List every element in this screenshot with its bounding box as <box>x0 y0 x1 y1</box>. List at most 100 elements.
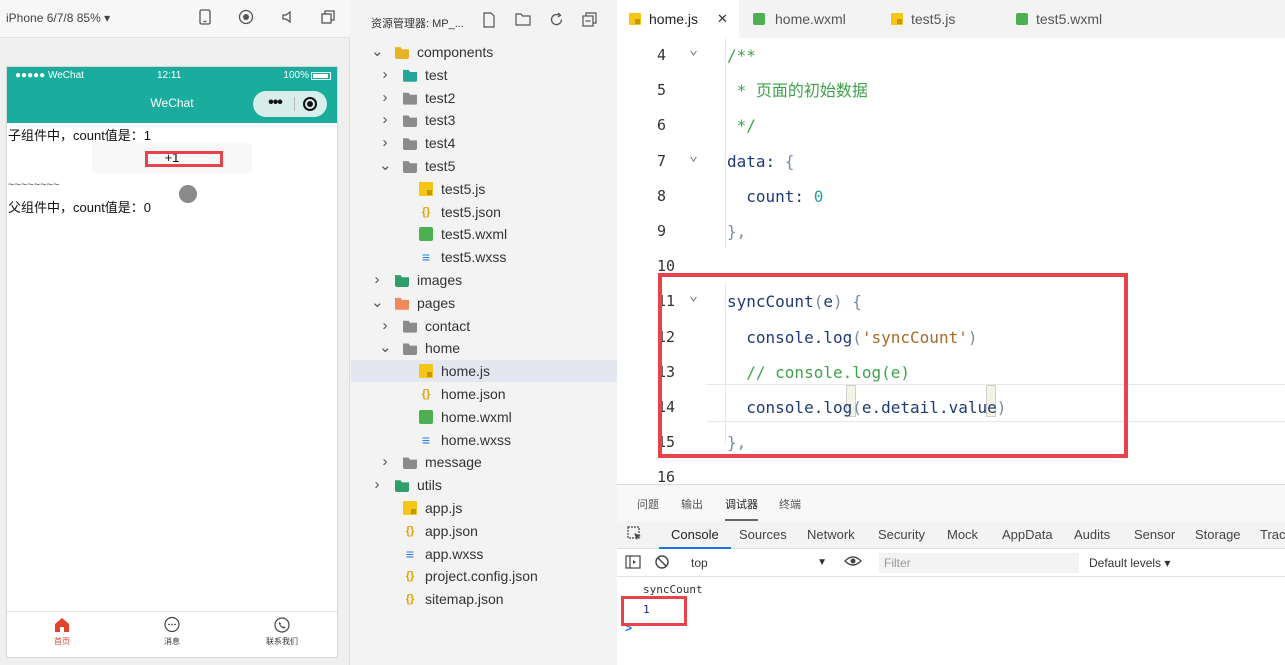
tab-output[interactable]: 输出 <box>681 496 703 512</box>
more-icon[interactable]: ••• <box>261 91 289 115</box>
chevron-right-icon[interactable]: › <box>371 474 383 496</box>
tree-item[interactable]: {} home.json <box>351 383 617 405</box>
context-selector[interactable]: top ▼ <box>683 553 829 573</box>
collapse-all-icon[interactable] <box>582 12 597 30</box>
tab-console[interactable]: Console <box>659 527 731 549</box>
tree-item[interactable]: ≡ app.wxss <box>351 543 617 565</box>
tree-item-label: home.wxss <box>441 431 512 448</box>
tab-terminal[interactable]: 终端 <box>779 496 801 512</box>
tree-item[interactable]: › test3 <box>351 109 617 131</box>
close-icon[interactable]: ✕ <box>717 0 728 38</box>
sidebar-toggle-icon[interactable] <box>625 555 641 572</box>
tree-item[interactable]: › test4 <box>351 132 617 154</box>
tab-debugger[interactable]: 调试器 <box>725 496 758 521</box>
record-icon[interactable] <box>236 9 256 29</box>
tab-mock[interactable]: Mock <box>947 527 978 542</box>
device-selector[interactable]: iPhone 6/7/8 85% ▾ <box>6 11 110 25</box>
tab-audits[interactable]: Audits <box>1074 527 1110 542</box>
tree-item[interactable]: {} test5.json <box>351 201 617 223</box>
simulator-panel: iPhone 6/7/8 85% ▾ ●●●●● WeChat 12:11 10… <box>0 0 350 665</box>
chevron-down-icon[interactable]: ⌄ <box>379 155 392 177</box>
tree-item[interactable]: › images <box>351 269 617 291</box>
tab-problems[interactable]: 问题 <box>637 496 659 512</box>
tree-item[interactable]: › test2 <box>351 87 617 109</box>
context-value: top <box>691 556 708 570</box>
new-folder-icon[interactable] <box>515 12 531 29</box>
chevron-right-icon[interactable]: › <box>371 269 383 291</box>
inspect-element-icon[interactable] <box>627 526 643 545</box>
chevron-down-icon[interactable]: ⌄ <box>371 292 384 314</box>
line-number: 7 <box>657 151 667 170</box>
tree-item[interactable]: ⌄ test5 <box>351 155 617 177</box>
tree-item[interactable]: home.wxml <box>351 406 617 428</box>
highlight-box <box>145 151 223 167</box>
tree-item[interactable]: ≡ test5.wxss <box>351 246 617 268</box>
tab-sources[interactable]: Sources <box>739 527 787 542</box>
chevron-right-icon[interactable]: › <box>379 87 391 109</box>
tree-item[interactable]: ⌄ pages <box>351 292 617 314</box>
line-number: 8 <box>657 186 667 205</box>
chevron-right-icon[interactable]: › <box>379 109 391 131</box>
tree-item[interactable]: › test <box>351 64 617 86</box>
tree-item[interactable]: home.js <box>351 360 617 383</box>
json-icon: {} <box>405 593 415 606</box>
tab-storage[interactable]: Storage <box>1195 527 1241 542</box>
volume-icon[interactable] <box>278 9 298 29</box>
tree-item-label: test5.js <box>441 180 486 197</box>
tree-item[interactable]: {} project.config.json <box>351 565 617 587</box>
chevron-right-icon[interactable]: › <box>379 451 391 473</box>
simulator-toolbar: iPhone 6/7/8 85% ▾ <box>0 0 350 38</box>
code-line: 5 * 页面的初始数据 <box>617 73 1285 108</box>
tab-network[interactable]: Network <box>807 527 855 542</box>
log-levels-dropdown[interactable]: Default levels ▾ <box>1089 553 1170 573</box>
tree-item-label: project.config.json <box>425 568 538 585</box>
wxml-file-icon <box>753 13 765 25</box>
tab-sensor[interactable]: Sensor <box>1134 527 1175 542</box>
close-miniprogram-icon[interactable] <box>303 97 317 111</box>
tree-item-label: home <box>425 340 461 357</box>
tree-item[interactable]: ⌄ home <box>351 337 617 359</box>
tab-trace[interactable]: Trac <box>1260 527 1285 542</box>
fold-chevron-icon[interactable]: ⌄ <box>689 32 698 67</box>
tree-item[interactable]: {} app.json <box>351 520 617 542</box>
folder-icon <box>403 138 417 151</box>
tab-contact[interactable]: 联系我们 <box>227 616 337 647</box>
detach-window-icon[interactable] <box>318 9 338 29</box>
tree-item[interactable]: ⌄ components <box>351 41 617 63</box>
tab-test5-js[interactable]: test5.js <box>879 0 1004 38</box>
clear-console-icon[interactable] <box>655 555 669 572</box>
chevron-right-icon[interactable]: › <box>379 64 391 86</box>
tab-message[interactable]: 消息 <box>117 616 227 647</box>
tab-home-wxml[interactable]: home.wxml <box>739 0 879 38</box>
status-bar: ●●●●● WeChat 12:11 100% <box>7 67 337 85</box>
tab-label: test5.js <box>911 11 956 27</box>
tab-home-js[interactable]: home.js ✕ <box>617 0 739 38</box>
filter-input[interactable]: Filter <box>879 553 1079 573</box>
tree-item[interactable]: app.js <box>351 497 617 519</box>
eye-icon[interactable] <box>844 554 862 571</box>
highlight-box <box>621 596 687 626</box>
chevron-down-icon[interactable]: ⌄ <box>379 337 392 359</box>
refresh-icon[interactable] <box>549 12 564 30</box>
chevron-right-icon[interactable]: › <box>379 315 391 337</box>
new-file-icon[interactable] <box>482 12 496 31</box>
tree-item-label: pages <box>417 294 456 311</box>
tree-item[interactable]: › contact <box>351 315 617 337</box>
chevron-down-icon[interactable]: ⌄ <box>371 41 384 63</box>
status-time: 12:11 <box>157 70 182 81</box>
phone-icon[interactable] <box>195 9 215 29</box>
tree-item[interactable]: › utils <box>351 474 617 496</box>
tab-home[interactable]: 首页 <box>7 616 117 647</box>
tree-item[interactable]: {} sitemap.json <box>351 588 617 610</box>
tree-item[interactable]: test5.wxml <box>351 223 617 245</box>
tree-item[interactable]: › message <box>351 451 617 473</box>
tab-appdata[interactable]: AppData <box>1002 527 1053 542</box>
fold-chevron-icon[interactable]: ⌄ <box>689 138 698 173</box>
tab-security[interactable]: Security <box>878 527 925 542</box>
tab-test5-wxml[interactable]: test5.wxml <box>1004 0 1134 38</box>
js-icon <box>403 501 417 515</box>
tree-item[interactable]: ≡ home.wxss <box>351 429 617 451</box>
code-line: 9}, <box>617 214 1285 249</box>
chevron-right-icon[interactable]: › <box>379 132 391 154</box>
tree-item[interactable]: test5.js <box>351 178 617 200</box>
